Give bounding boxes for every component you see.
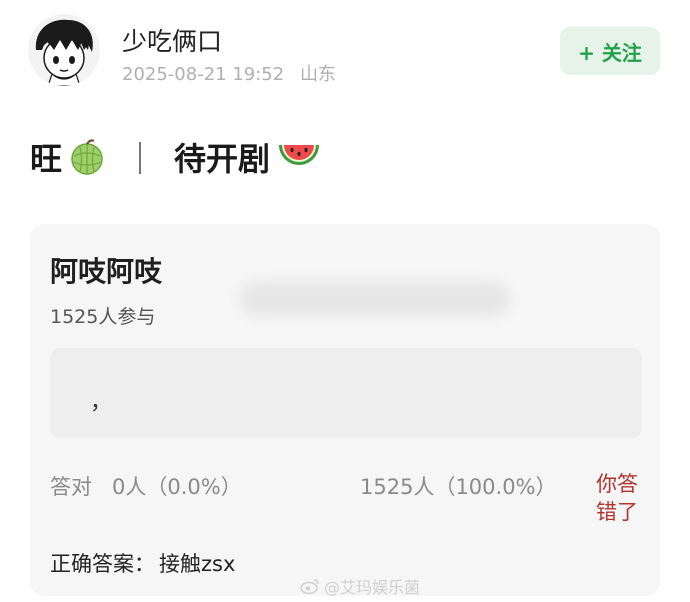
avatar[interactable] — [28, 14, 100, 86]
post-timestamp: 2025-08-21 19:52 — [122, 64, 285, 85]
blurred-region — [240, 282, 510, 316]
post-title: 旺 ｜ 待开剧 — [30, 134, 322, 180]
quiz-title: 阿吱阿吱 — [50, 255, 163, 288]
correct-count-value: 0人（0.0%） — [112, 475, 242, 499]
post-title-left: 旺 — [30, 140, 63, 178]
answer-input-text: ， — [90, 390, 113, 415]
post-meta: 2025-08-21 19:52 山东 — [122, 60, 336, 86]
correct-count-label: 答对 — [50, 475, 92, 499]
answer-input-box[interactable] — [50, 348, 642, 438]
melon-icon — [68, 138, 106, 176]
correct-answer: 正确答案： 接触zsx — [50, 548, 235, 578]
username[interactable]: 少吃俩口 — [122, 22, 222, 58]
wrong-count-value: 1525人（100.0%） — [360, 475, 557, 499]
correct-answer-label: 正确答案： — [50, 552, 155, 576]
watermelon-icon — [276, 139, 322, 175]
weibo-logo-icon — [300, 578, 320, 594]
your-answer-wrong-badge: 你答错了 — [596, 472, 638, 524]
post-title-right: 待开剧 — [174, 140, 271, 178]
follow-button[interactable]: + 关注 — [560, 27, 660, 75]
correct-answer-value: 接触zsx — [159, 552, 236, 576]
title-separator: ｜ — [124, 140, 157, 178]
watermark: @艾玛娱乐菌 — [300, 574, 420, 598]
watermark-text: @艾玛娱乐菌 — [324, 578, 421, 597]
cartoon-boy-avatar-icon — [35, 19, 93, 86]
quiz-participants: 1525人参与 — [50, 306, 156, 328]
post-location: 山东 — [299, 64, 336, 85]
